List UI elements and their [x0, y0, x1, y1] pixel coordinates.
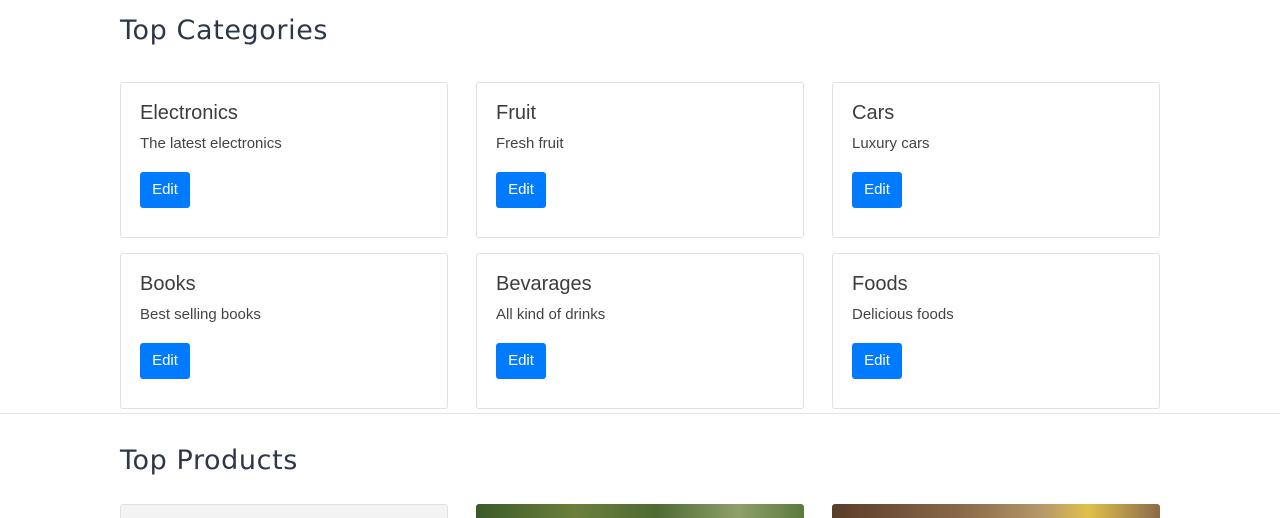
category-title: Fruit — [496, 102, 536, 124]
category-description: Delicious foods — [852, 306, 954, 323]
edit-button[interactable]: Edit — [496, 343, 546, 379]
category-card-fruit: Fruit Fresh fruit Edit — [476, 82, 804, 238]
category-description: Luxury cars — [852, 135, 930, 152]
edit-button[interactable]: Edit — [140, 172, 190, 208]
category-card-bevarages: Bevarages All kind of drinks Edit — [476, 253, 804, 409]
category-card-books: Books Best selling books Edit — [120, 253, 448, 409]
product-card[interactable] — [476, 504, 804, 518]
edit-button[interactable]: Edit — [496, 172, 546, 208]
category-title: Books — [140, 273, 196, 295]
section-title-top-products: Top Products — [120, 445, 298, 476]
top-products-grid — [120, 504, 1160, 518]
category-card-foods: Foods Delicious foods Edit — [832, 253, 1160, 409]
category-description: Fresh fruit — [496, 135, 564, 152]
product-card[interactable] — [120, 504, 448, 518]
category-title: Electronics — [140, 102, 238, 124]
edit-button[interactable]: Edit — [852, 343, 902, 379]
product-card[interactable] — [832, 504, 1160, 518]
section-title-top-categories: Top Categories — [120, 15, 329, 46]
category-description: Best selling books — [140, 306, 261, 323]
category-description: The latest electronics — [140, 135, 282, 152]
category-card-cars: Cars Luxury cars Edit — [832, 82, 1160, 238]
edit-button[interactable]: Edit — [852, 172, 902, 208]
category-title: Cars — [852, 102, 895, 124]
category-title: Foods — [852, 273, 908, 295]
categories-grid: Electronics The latest electronics Edit … — [120, 82, 1160, 409]
section-divider — [0, 413, 1280, 414]
category-card-electronics: Electronics The latest electronics Edit — [120, 82, 448, 238]
category-description: All kind of drinks — [496, 306, 606, 323]
category-title: Bevarages — [496, 273, 592, 295]
edit-button[interactable]: Edit — [140, 343, 190, 379]
